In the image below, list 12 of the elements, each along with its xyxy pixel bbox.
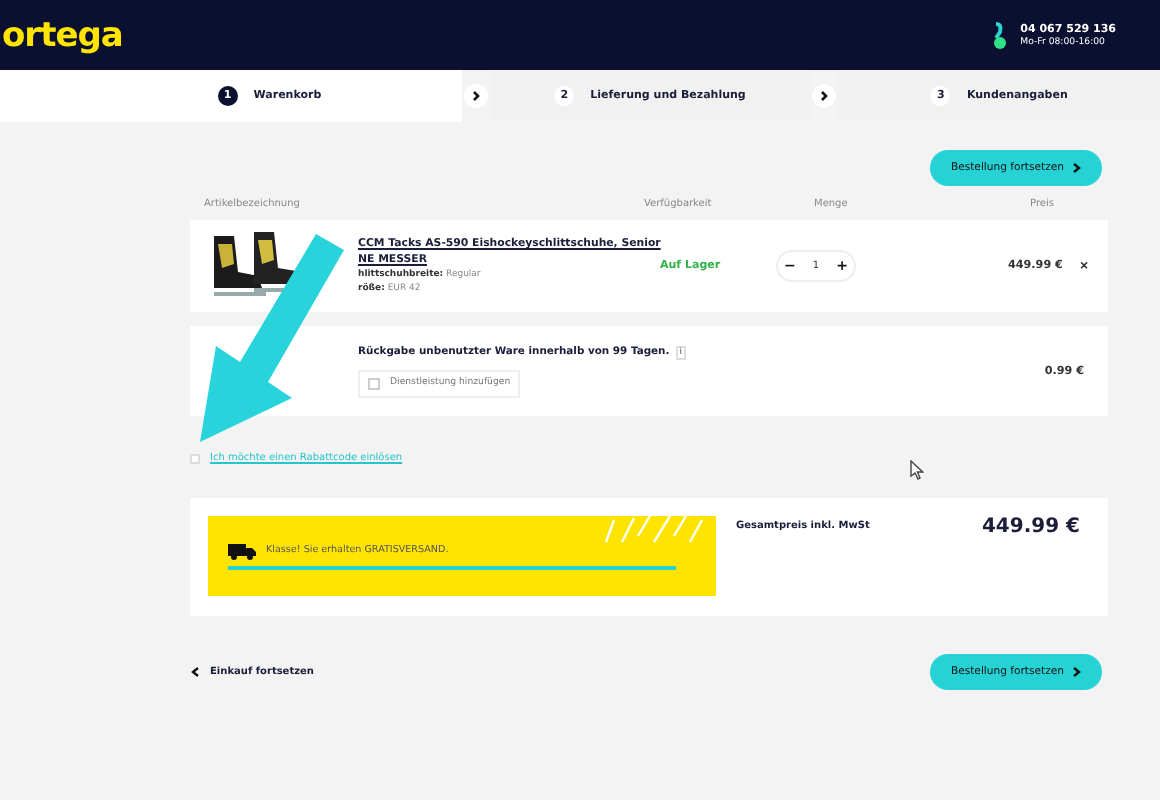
total-price: 449.99 € bbox=[981, 516, 1080, 538]
checkbox[interactable] bbox=[190, 453, 200, 463]
chevron-icon bbox=[463, 84, 488, 108]
checkbox[interactable] bbox=[368, 377, 380, 389]
cursor-icon bbox=[910, 460, 924, 480]
chevron-icon bbox=[1072, 666, 1082, 678]
chevron-icon bbox=[812, 84, 837, 108]
chevron-icon bbox=[1072, 162, 1082, 174]
chevron-icon bbox=[190, 666, 200, 678]
truck-icon bbox=[228, 542, 256, 560]
logo[interactable]: ortega bbox=[2, 15, 123, 55]
phone-icon bbox=[990, 21, 1011, 49]
